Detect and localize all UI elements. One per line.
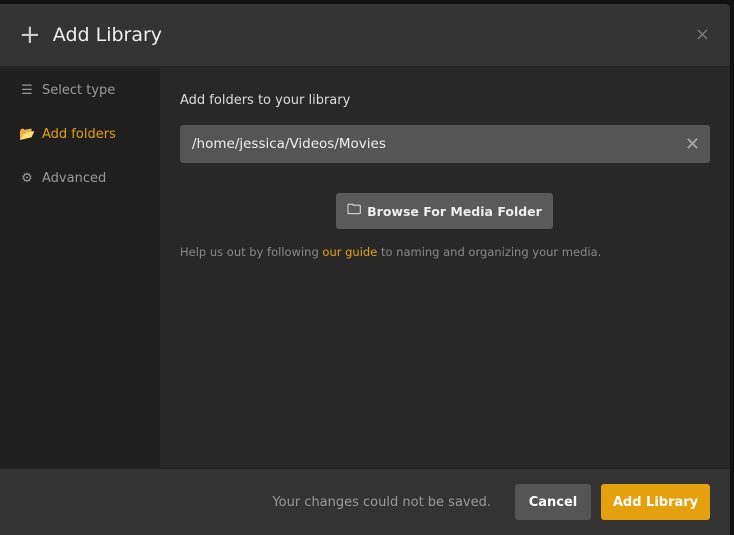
remove-folder-icon[interactable]: ✕ [685, 134, 700, 155]
folder-path-input[interactable]: /home/jessica/Videos/Movies ✕ [180, 125, 710, 163]
add-library-button[interactable]: Add Library [601, 484, 710, 520]
add-library-dialog: + Add Library × ☰ Select type 📂 Add folder… [0, 4, 730, 535]
dialog-title: Add Library [52, 24, 163, 46]
list-icon: ☰ [21, 82, 33, 98]
sidebar-item-label: Advanced [42, 170, 107, 186]
folder-add-icon: 🗀 [347, 202, 362, 218]
plus-icon: + [19, 20, 41, 50]
folder-path-value: /home/jessica/Videos/Movies [192, 136, 386, 152]
sidebar-item-advanced[interactable]: ⚙ Advanced [0, 156, 160, 200]
close-icon[interactable]: × [695, 24, 710, 45]
help-text: Help us out by following our guide to na… [180, 245, 710, 259]
browse-label: Browse For Media Folder [367, 203, 542, 219]
sidebar-item-select-type[interactable]: ☰ Select type [0, 68, 160, 112]
dialog-header: + Add Library × [0, 4, 730, 67]
sidebar-item-label: Select type [42, 82, 116, 98]
help-pre: Help us out by following [180, 245, 323, 259]
browse-folder-button[interactable]: 🗀 Browse For Media Folder [336, 193, 553, 229]
sidebar-item-add-folders[interactable]: 📂 Add folders [0, 112, 160, 156]
status-message: Your changes could not be saved. [272, 494, 491, 510]
cancel-button[interactable]: Cancel [515, 484, 591, 520]
gear-icon: ⚙ [21, 170, 33, 186]
section-label: Add folders to your library [180, 93, 351, 108]
guide-link[interactable]: our guide [322, 245, 377, 259]
sidebar: ☰ Select type 📂 Add folders ⚙ Advanced [0, 68, 160, 468]
help-post: to naming and organizing your media. [377, 245, 602, 259]
dialog-footer: Your changes could not be saved. Cancel … [0, 468, 730, 535]
sidebar-item-label: Add folders [42, 126, 116, 142]
folder-open-icon: 📂 [19, 126, 36, 142]
main-panel: Add folders to your library /home/jessic… [160, 68, 730, 468]
